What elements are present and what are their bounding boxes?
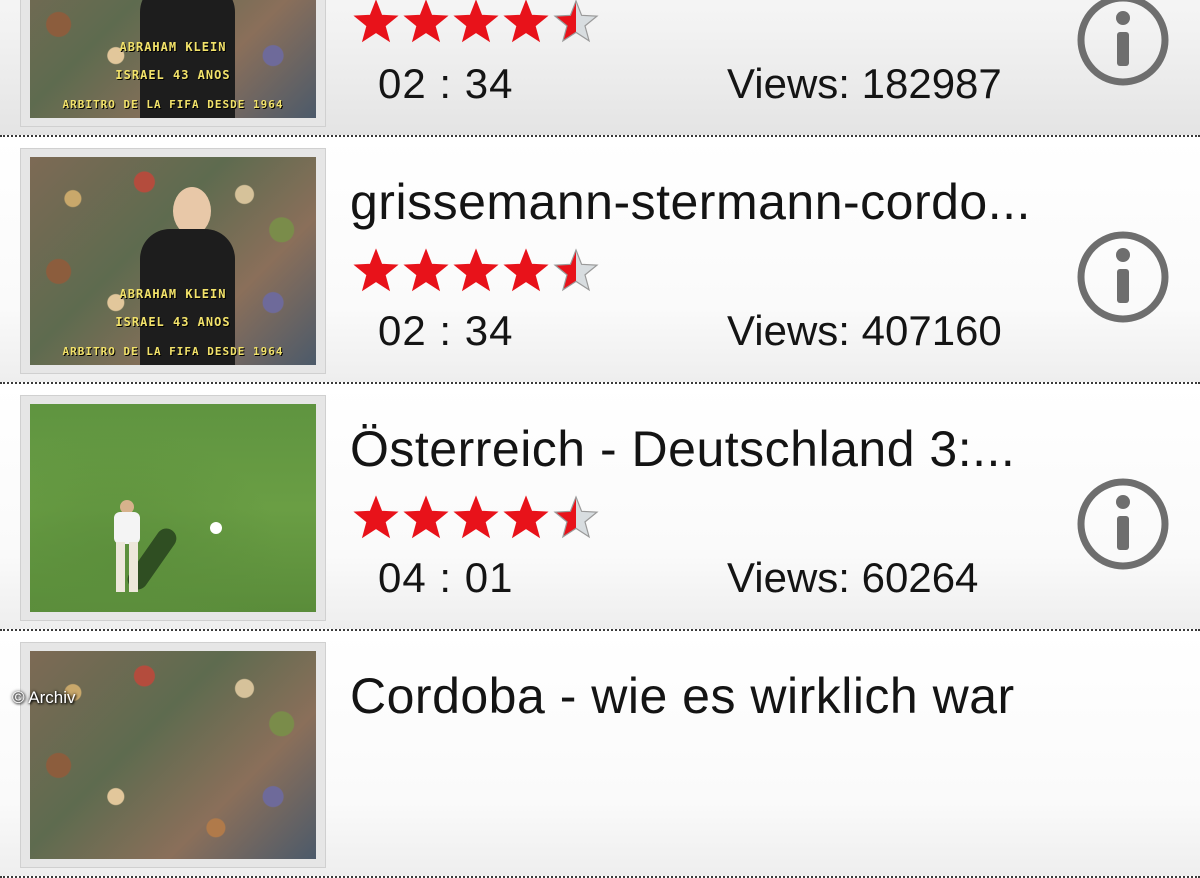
- video-thumbnail-frame: [20, 642, 326, 868]
- star-icon: [453, 495, 499, 539]
- copyright-credit: © Archiv: [12, 688, 76, 707]
- ball: [210, 522, 222, 534]
- thumbnail-caption: ABRAHAM KLEIN: [119, 40, 227, 54]
- view-count: Views: 407160: [727, 307, 1002, 354]
- info-icon[interactable]: [1077, 0, 1169, 86]
- star-icon: [553, 248, 599, 292]
- player-figure: [112, 500, 142, 595]
- star-icon: [353, 495, 399, 539]
- info-icon[interactable]: [1077, 231, 1169, 323]
- thumbnail-caption: ISRAEL 43 ANOS: [115, 68, 231, 82]
- video-thumbnail-frame: [20, 395, 326, 621]
- referee-figure: [135, 187, 235, 365]
- star-icon: [503, 0, 549, 43]
- star-icon: [403, 248, 449, 292]
- star-icon: [453, 0, 499, 43]
- star-icon: [353, 0, 399, 43]
- rating-stars: [352, 0, 600, 46]
- thumbnail-caption: ARBITRO DE LA FIFA DESDE 1964: [62, 98, 284, 111]
- video-thumbnail: [30, 651, 316, 859]
- info-icon[interactable]: [1077, 478, 1169, 570]
- video-thumbnail: ABRAHAM KLEIN ISRAEL 43 ANOS ARBITRO DE …: [30, 157, 316, 365]
- thumbnail-caption: ARBITRO DE LA FIFA DESDE 1964: [62, 345, 284, 358]
- star-icon: [403, 0, 449, 43]
- video-list-item[interactable]: Österreich - Deutschland 3:... 04 : 01 V…: [0, 384, 1200, 631]
- thumbnail-caption: ABRAHAM KLEIN: [119, 287, 227, 301]
- video-list-item[interactable]: ABRAHAM KLEIN ISRAEL 43 ANOS ARBITRO DE …: [0, 137, 1200, 384]
- video-thumbnail-frame: ABRAHAM KLEIN ISRAEL 43 ANOS ARBITRO DE …: [20, 148, 326, 374]
- video-title: Österreich - Deutschland 3:...: [350, 421, 1016, 477]
- video-thumbnail-frame: ABRAHAM KLEIN ISRAEL 43 ANOS ARBITRO DE …: [20, 0, 326, 127]
- star-icon: [553, 0, 599, 43]
- star-icon: [453, 248, 499, 292]
- star-icon: [503, 495, 549, 539]
- video-thumbnail: ABRAHAM KLEIN ISRAEL 43 ANOS ARBITRO DE …: [30, 0, 316, 118]
- star-icon: [553, 495, 599, 539]
- video-title: grissemann-stermann-cordo...: [350, 174, 1031, 230]
- thumbnail-caption: ISRAEL 43 ANOS: [115, 315, 231, 329]
- video-list: ABRAHAM KLEIN ISRAEL 43 ANOS ARBITRO DE …: [0, 0, 1200, 878]
- view-count: Views: 60264: [727, 554, 979, 601]
- star-icon: [353, 248, 399, 292]
- video-duration: 02 : 34: [378, 307, 514, 354]
- video-thumbnail: [30, 404, 316, 612]
- video-duration: 02 : 34: [378, 60, 514, 107]
- video-title: Cordoba - wie es wirklich war: [350, 668, 1015, 724]
- video-duration: 04 : 01: [378, 554, 514, 601]
- video-list-item[interactable]: Cordoba - wie es wirklich war: [0, 631, 1200, 878]
- star-icon: [503, 248, 549, 292]
- rating-stars: [352, 494, 600, 542]
- view-count: Views: 182987: [727, 60, 1002, 107]
- star-icon: [403, 495, 449, 539]
- rating-stars: [352, 247, 600, 295]
- video-list-item[interactable]: ABRAHAM KLEIN ISRAEL 43 ANOS ARBITRO DE …: [0, 0, 1200, 137]
